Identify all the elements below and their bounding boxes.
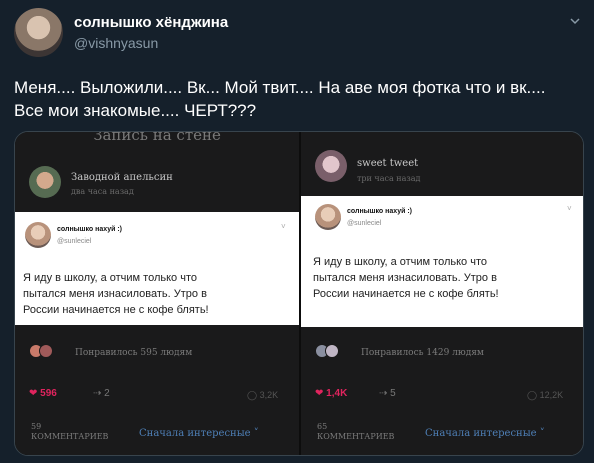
screenshot-panel: sweet tweet три часа назад солнышко наху…: [301, 132, 583, 455]
embedded-tweet-card: солнышко нахуй :) @sunleciel ˅ Я иду в ш…: [301, 196, 583, 327]
card-text-line: пытался меня изнасиловать. Утро в: [313, 272, 497, 284]
like-count: 1,4K: [326, 388, 348, 399]
card-avatar: [25, 222, 51, 248]
likes-text: Понравилось 595 людям: [75, 348, 193, 358]
poster-time: два часа назад: [71, 187, 134, 196]
like-stat[interactable]: ❤ 596: [29, 388, 57, 399]
poster-time: три часа назад: [357, 174, 421, 183]
tweet-media[interactable]: Запись на стене Заводной апельсин два ча…: [14, 131, 584, 456]
likes-text: Понравилось 1429 людям: [361, 348, 484, 358]
poster-avatar: [315, 150, 347, 182]
comments-number: 65: [317, 422, 328, 431]
share-icon: ⇢: [379, 388, 388, 399]
poster-name: Заводной апельсин: [71, 172, 173, 183]
like-count: 596: [40, 388, 57, 399]
tweet-text-line: Все мои знакомые.... ЧЕРТ???: [14, 101, 257, 120]
author-avatar[interactable]: [14, 8, 63, 57]
card-text-line: России начинается не с кофе блять!: [313, 288, 499, 300]
comments-count[interactable]: 59 КОММЕНТАРИЕВ: [31, 422, 108, 442]
sort-dropdown[interactable]: Сначала интересные ˅: [139, 428, 259, 439]
poster-name: sweet tweet: [357, 158, 419, 169]
screenshot-panel: Запись на стене Заводной апельсин два ча…: [15, 132, 299, 455]
card-author-name: солнышко нахуй :): [57, 226, 123, 233]
card-text: Я иду в школу, а отчим только что пыталс…: [23, 270, 209, 318]
embedded-tweet-card: солнышко нахуй :) @sunleciel ˅ Я иду в ш…: [15, 212, 299, 325]
card-text-line: Я иду в школу, а отчим только что: [23, 272, 197, 284]
like-stat[interactable]: ❤ 1,4K: [315, 388, 347, 399]
share-icon: ⇢: [93, 388, 102, 399]
card-avatar: [315, 204, 341, 230]
views-count: 12,2K: [539, 390, 564, 400]
sort-dropdown[interactable]: Сначала интересные ˅: [425, 428, 545, 439]
chevron-down-icon: ˅: [567, 204, 572, 213]
heart-icon: ❤: [315, 388, 324, 399]
card-text: Я иду в школу, а отчим только что пыталс…: [313, 254, 499, 302]
card-author-name: солнышко нахуй :): [347, 208, 413, 215]
eye-icon: ◯: [247, 390, 258, 400]
panel-topbar: Запись на стене: [93, 132, 221, 144]
poster-avatar: [29, 166, 61, 198]
comments-label: КОММЕНТАРИЕВ: [31, 432, 109, 441]
chevron-down-icon: ˅: [281, 222, 286, 231]
author-name[interactable]: солнышко хёнджина: [74, 14, 228, 31]
comments-count[interactable]: 65 КОММЕНТАРИЕВ: [317, 422, 394, 442]
tweet-text-line: Меня.... Выложили.... Вк... Мой твит....…: [14, 78, 546, 97]
share-count: 5: [390, 388, 396, 399]
card-text-line: Я иду в школу, а отчим только что: [313, 256, 487, 268]
card-text-line: пытался меня изнасиловать. Утро в: [23, 288, 207, 300]
eye-icon: ◯: [527, 390, 538, 400]
card-text-line: России начинается не с кофе блять!: [23, 304, 209, 316]
views-stat: ◯ 3,2K: [247, 390, 278, 401]
views-stat: ◯ 12,2K: [527, 390, 563, 401]
liked-avatars: [29, 344, 53, 363]
share-count: 2: [104, 388, 110, 399]
chevron-down-icon[interactable]: [568, 14, 582, 28]
share-stat[interactable]: ⇢ 5: [379, 388, 396, 399]
liked-avatars: [315, 344, 339, 363]
comments-number: 59: [31, 422, 42, 431]
card-author-handle: @sunleciel: [57, 238, 92, 245]
views-count: 3,2K: [259, 390, 279, 400]
tweet-text: Меня.... Выложили.... Вк... Мой твит....…: [14, 76, 588, 122]
heart-icon: ❤: [29, 388, 38, 399]
author-handle[interactable]: @vishnyasun: [74, 35, 158, 51]
share-stat[interactable]: ⇢ 2: [93, 388, 110, 399]
comments-label: КОММЕНТАРИЕВ: [317, 432, 395, 441]
card-author-handle: @sunleciel: [347, 220, 382, 227]
